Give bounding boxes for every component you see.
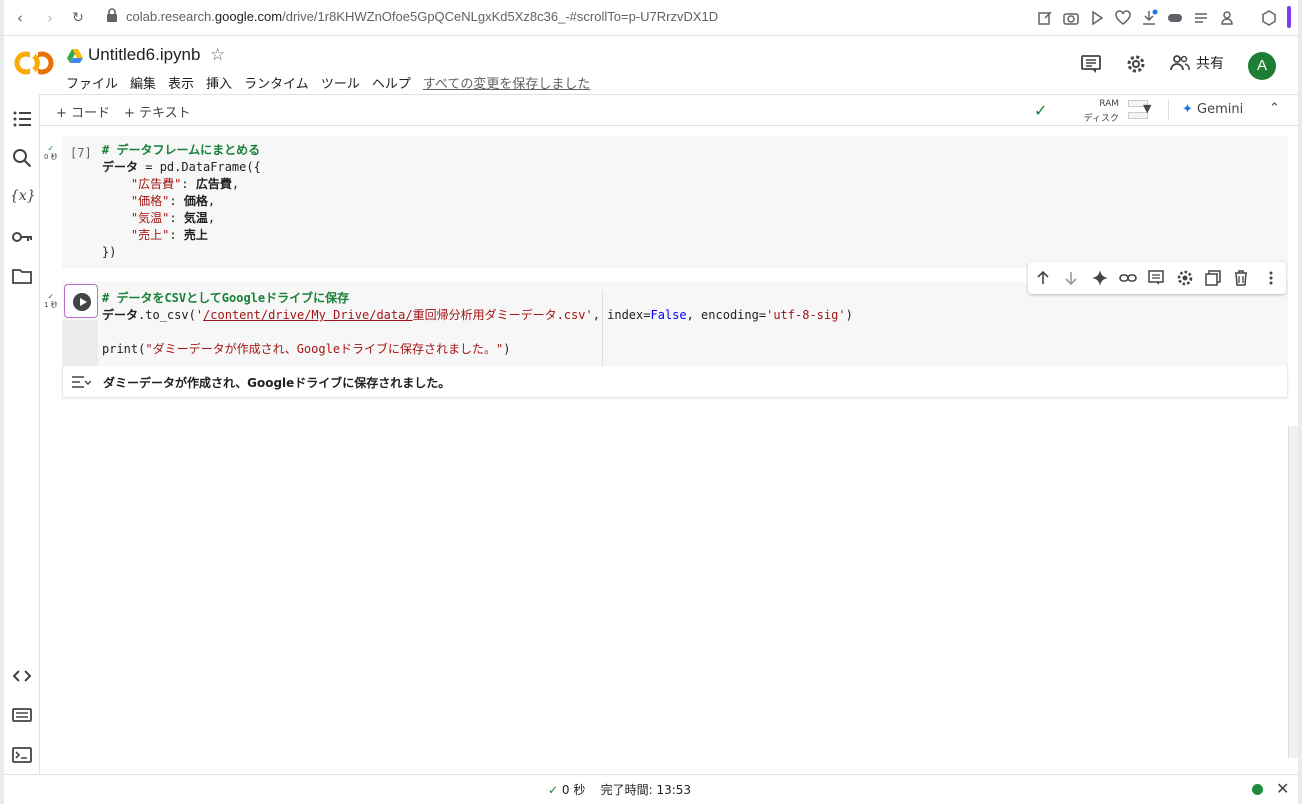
save-status[interactable]: すべての変更を保存しました	[423, 73, 591, 92]
reload-icon[interactable]: ↻	[68, 8, 88, 28]
output-toggle-icon[interactable]	[71, 374, 92, 390]
star-icon[interactable]: ☆	[210, 45, 225, 65]
code-cell-active[interactable]: # データをCSVとしてGoogleドライブに保存データ.to_csv('/co…	[62, 282, 1288, 366]
notebook-title[interactable]: Untitled6.ipynb	[88, 45, 200, 65]
menu-edit[interactable]: 編集	[130, 73, 156, 92]
mirror-cell-icon[interactable]	[1204, 269, 1222, 287]
toolbar-divider	[1168, 100, 1169, 120]
more-vert-icon[interactable]	[1262, 269, 1280, 287]
share-button[interactable]: 共有	[1170, 53, 1224, 73]
code-line: # データフレームにまとめる	[102, 143, 261, 157]
cell-status: ✓ 1 秒	[44, 292, 58, 309]
play-icon[interactable]	[1088, 9, 1106, 27]
output-text: ダミーデータが作成され、Googleドライブに保存されました。	[103, 376, 451, 390]
cell-status: ✓ 0 秒	[44, 144, 58, 161]
terminal-icon[interactable]	[11, 744, 33, 766]
comment-icon[interactable]	[1080, 53, 1102, 75]
menu-runtime[interactable]: ランタイム	[244, 73, 309, 92]
close-icon[interactable]: ✕	[1276, 779, 1289, 798]
menu-file[interactable]: ファイル	[66, 73, 118, 92]
link-icon[interactable]	[1119, 269, 1137, 287]
google-drive-icon	[67, 48, 83, 63]
sparkle-icon[interactable]	[1091, 269, 1109, 287]
code-line: データ.to_csv('/content/drive/My Drive/data…	[102, 308, 853, 322]
arrow-down-icon[interactable]	[1062, 269, 1080, 287]
execution-status[interactable]: ✓ 0 秒 完了時間: 13:53	[548, 781, 691, 798]
search-icon[interactable]	[11, 147, 33, 169]
edit-page-icon[interactable]	[1036, 9, 1054, 27]
code-line: "売上": 売上	[130, 228, 208, 242]
back-icon[interactable]: ‹	[10, 8, 30, 28]
colab-logo[interactable]	[14, 50, 54, 76]
menu-insert[interactable]: 挿入	[206, 73, 232, 92]
share-label: 共有	[1196, 56, 1224, 72]
people-icon	[1170, 55, 1190, 71]
code-cell[interactable]: [7] # データフレームにまとめる データ = pd.DataFrame({ "…	[62, 136, 1288, 268]
execution-count: [7]	[70, 146, 92, 160]
camera-icon[interactable]	[1062, 9, 1080, 27]
cube-extension-icon[interactable]	[1260, 9, 1278, 27]
lock-icon	[102, 8, 122, 28]
ruler-line	[602, 290, 603, 366]
gemini-button[interactable]: ✦ Gemini	[1182, 102, 1243, 117]
colab-header: Untitled6.ipynb ☆ ファイル 編集 表示 挿入 ランタイム ツー…	[4, 36, 1298, 94]
add-code-button[interactable]: + コード	[56, 102, 110, 121]
code-line: print("ダミーデータが作成され、Googleドライブに保存されました。")	[102, 342, 511, 356]
reading-list-icon[interactable]	[1192, 9, 1210, 27]
code-line: })	[102, 245, 117, 259]
left-sidebar: {𝑥}	[4, 94, 40, 774]
forward-icon[interactable]: ›	[40, 8, 60, 28]
check-icon: ✓	[548, 783, 559, 797]
code-line: データ = pd.DataFrame({	[102, 160, 261, 174]
menu-tools[interactable]: ツール	[321, 73, 360, 92]
code-line: # データをCSVとしてGoogleドライブに保存	[102, 291, 350, 305]
scrollbar[interactable]	[1288, 426, 1298, 758]
notebook-toolbar: + コード + テキスト ✓ RAM ディスク ▼ ✦ Gemini ⌃	[40, 94, 1298, 126]
code-editor[interactable]: # データをCSVとしてGoogleドライブに保存データ.to_csv('/co…	[102, 290, 853, 358]
add-text-button[interactable]: + テキスト	[124, 102, 191, 121]
trash-icon[interactable]	[1232, 269, 1250, 287]
download-icon[interactable]	[1140, 9, 1158, 27]
run-cell-button[interactable]	[64, 284, 98, 318]
code-line: "気温": 気温,	[130, 211, 216, 225]
folder-icon[interactable]	[11, 265, 33, 287]
chevron-up-icon[interactable]: ⌃	[1269, 101, 1280, 116]
extension-indicator	[1287, 6, 1291, 28]
comment-icon[interactable]	[1147, 269, 1165, 287]
connected-check-icon: ✓	[1034, 101, 1048, 120]
code-editor[interactable]: # データフレームにまとめる データ = pd.DataFrame({ "広告費"…	[102, 142, 261, 261]
menu-view[interactable]: 表示	[168, 73, 194, 92]
avatar[interactable]: A	[1248, 52, 1276, 80]
notebook-area: ✓ 0 秒 [7] # データフレームにまとめる データ = pd.DataFram…	[40, 126, 1290, 774]
browser-toolbar: ‹ › ↻ colab.research.google.com/drive/1r…	[4, 0, 1298, 36]
arrow-up-icon[interactable]	[1034, 269, 1052, 287]
cell-output: ダミーデータが作成され、Googleドライブに保存されました。	[62, 366, 1288, 398]
key-icon[interactable]	[11, 226, 33, 248]
gear-icon[interactable]	[1176, 269, 1194, 287]
cell-toolbar	[1028, 262, 1286, 294]
address-bar[interactable]: colab.research.google.com/drive/1r8KHWZn…	[126, 9, 718, 24]
connection-status-dot	[1252, 784, 1263, 795]
status-bar: ✓ 0 秒 完了時間: 13:53 ✕	[4, 774, 1298, 804]
sparkle-icon: ✦	[1182, 102, 1193, 117]
gear-icon[interactable]	[1125, 53, 1147, 75]
menu-bar: ファイル 編集 表示 挿入 ランタイム ツール ヘルプ すべての変更を保存しまし…	[66, 73, 602, 92]
colab-window: ‹ › ↻ colab.research.google.com/drive/1r…	[4, 0, 1298, 804]
toggle-extension-icon[interactable]	[1166, 9, 1184, 27]
code-line: "広告費": 広告費,	[130, 177, 240, 191]
profile-icon[interactable]	[1218, 9, 1236, 27]
code-snippets-icon[interactable]	[11, 665, 33, 687]
code-line: "価格": 価格,	[130, 194, 216, 208]
menu-help[interactable]: ヘルプ	[372, 73, 411, 92]
resource-monitor[interactable]: RAM ディスク	[1062, 97, 1152, 124]
chevron-down-icon[interactable]: ▼	[1143, 102, 1151, 115]
variables-icon[interactable]: {𝑥}	[10, 188, 36, 204]
command-palette-icon[interactable]	[11, 704, 33, 726]
toc-icon[interactable]	[11, 108, 33, 130]
heart-icon[interactable]	[1114, 9, 1132, 27]
